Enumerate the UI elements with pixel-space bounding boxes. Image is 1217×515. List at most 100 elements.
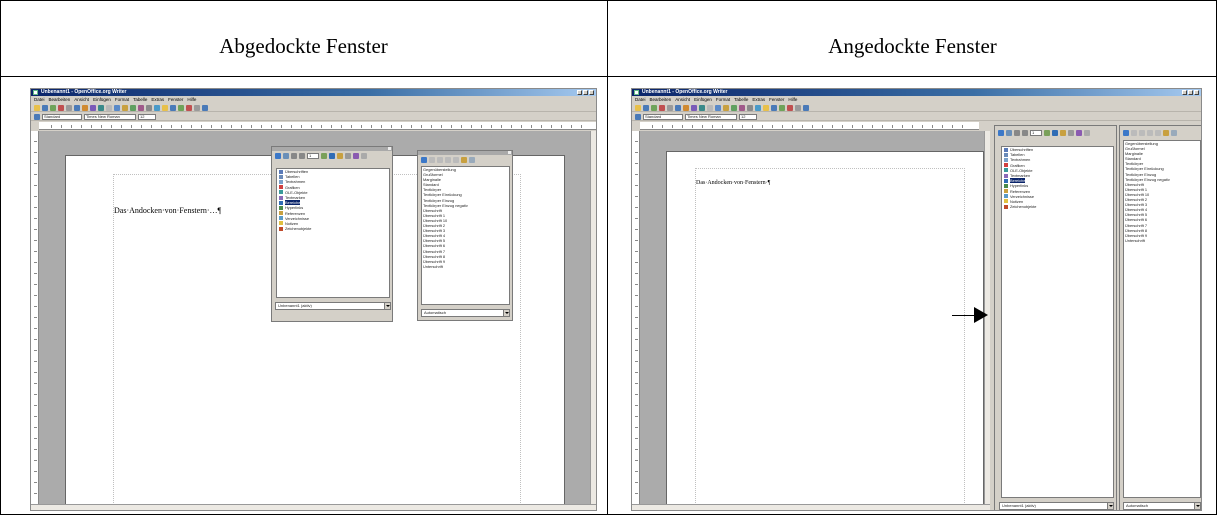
horizontal-scrollbar[interactable]	[632, 504, 990, 510]
headings-icon[interactable]	[1076, 130, 1082, 136]
toolbar-button-icon[interactable]	[795, 105, 801, 111]
toolbar-button-icon[interactable]	[803, 105, 809, 111]
menu-einfuegen[interactable]: Einfügen	[93, 96, 111, 103]
toolbar-button-icon[interactable]	[42, 105, 48, 111]
navigator-item[interactable]: Zeichenobjekte	[1002, 204, 1113, 209]
document-select[interactable]: Unbenannt1 (aktiv)	[999, 502, 1114, 510]
toolbar-button-icon[interactable]	[699, 105, 705, 111]
style-item[interactable]: Unterschrift	[1124, 238, 1200, 243]
menu-hilfe[interactable]: Hilfe	[788, 96, 797, 103]
menu-extras[interactable]: Extras	[752, 96, 765, 103]
toolbar-button-icon[interactable]	[651, 105, 657, 111]
toolbar-button-icon[interactable]	[747, 105, 753, 111]
close-icon[interactable]	[508, 151, 511, 154]
fill-format-icon[interactable]	[461, 157, 467, 163]
toolbar-button-icon[interactable]	[691, 105, 697, 111]
drag-mode-icon[interactable]	[321, 153, 327, 159]
toolbar-button-icon[interactable]	[763, 105, 769, 111]
font-name-select[interactable]: Times New Roman	[84, 114, 136, 120]
promote-icon[interactable]	[361, 153, 367, 159]
stylist-icon[interactable]	[34, 114, 40, 120]
close-icon[interactable]	[388, 147, 391, 150]
menu-format[interactable]: Format	[716, 96, 730, 103]
toolbar-button-icon[interactable]	[66, 105, 72, 111]
page-spin-input[interactable]: 1	[1030, 130, 1042, 136]
headings-icon[interactable]	[353, 153, 359, 159]
menu-datei[interactable]: Datei	[635, 96, 646, 103]
toolbar-button-icon[interactable]	[715, 105, 721, 111]
style-filter-select[interactable]: Automatisch	[421, 309, 510, 317]
next-icon[interactable]	[1022, 130, 1028, 136]
dropdown-arrow-icon[interactable]	[384, 303, 390, 309]
menu-format[interactable]: Format	[115, 96, 129, 103]
toolbar-button-icon[interactable]	[162, 105, 168, 111]
menu-ansicht[interactable]: Ansicht	[675, 96, 690, 103]
toolbar-button-icon[interactable]	[723, 105, 729, 111]
document-text[interactable]: Das·Andocken·von·Fenstern·…¶	[114, 206, 221, 215]
paragraph-styles-icon[interactable]	[421, 157, 427, 163]
toolbar-button-icon[interactable]	[58, 105, 64, 111]
list-box-icon[interactable]	[1052, 130, 1058, 136]
page-styles-icon[interactable]	[1147, 130, 1153, 136]
toolbar-button-icon[interactable]	[154, 105, 160, 111]
frame-styles-icon[interactable]	[437, 157, 443, 163]
previous-icon[interactable]	[291, 153, 297, 159]
toolbar-button-icon[interactable]	[34, 105, 40, 111]
document-text[interactable]: Das·Andocken·von·Fenstern·¶	[696, 180, 770, 186]
horizontal-scrollbar[interactable]	[31, 504, 596, 510]
menu-bearbeiten[interactable]: Bearbeiten	[650, 96, 672, 103]
new-style-icon[interactable]	[1171, 130, 1177, 136]
toolbar-button-icon[interactable]	[675, 105, 681, 111]
content-view-icon[interactable]	[337, 153, 343, 159]
stylist-icon[interactable]	[635, 114, 641, 120]
font-size-select[interactable]: 12	[138, 114, 156, 120]
paragraph-style-select[interactable]: Standard	[42, 114, 82, 120]
maximize-button[interactable]	[1188, 90, 1193, 95]
promote-icon[interactable]	[1084, 130, 1090, 136]
reminder-icon[interactable]	[1068, 130, 1074, 136]
toolbar-button-icon[interactable]	[771, 105, 777, 111]
navigation-toggle-icon[interactable]	[998, 130, 1004, 136]
toolbar-button-icon[interactable]	[178, 105, 184, 111]
navigator-list[interactable]: Überschriften Tabellen Textrahmen Grafiken O…	[1001, 146, 1114, 498]
menu-tabelle[interactable]: Tabelle	[133, 96, 147, 103]
page-spin-input[interactable]: 1	[307, 153, 319, 159]
dropdown-arrow-icon[interactable]	[1107, 503, 1113, 509]
menu-extras[interactable]: Extras	[151, 96, 164, 103]
toolbar-button-icon[interactable]	[122, 105, 128, 111]
new-style-icon[interactable]	[469, 157, 475, 163]
drag-mode-icon[interactable]	[1044, 130, 1050, 136]
paragraph-styles-icon[interactable]	[1123, 130, 1129, 136]
stylist-list[interactable]: Gegenüberstellung Grußformel Marginalie Sta…	[1123, 140, 1201, 498]
menu-fenster[interactable]: Fenster	[769, 96, 784, 103]
maximize-button[interactable]	[583, 90, 588, 95]
dropdown-arrow-icon[interactable]	[1194, 503, 1200, 509]
toolbar-button-icon[interactable]	[50, 105, 56, 111]
menu-tabelle[interactable]: Tabelle	[734, 96, 748, 103]
menu-bearbeiten[interactable]: Bearbeiten	[49, 96, 71, 103]
toolbar-button-icon[interactable]	[98, 105, 104, 111]
toolbar-button-icon[interactable]	[635, 105, 641, 111]
toolbar-button-icon[interactable]	[74, 105, 80, 111]
close-button[interactable]	[589, 90, 594, 95]
minimize-button[interactable]	[1182, 90, 1187, 95]
vertical-scrollbar[interactable]	[590, 131, 596, 504]
character-styles-icon[interactable]	[1131, 130, 1137, 136]
list-styles-icon[interactable]	[1155, 130, 1161, 136]
toolbar-button-icon[interactable]	[82, 105, 88, 111]
navigator-list[interactable]: Überschriften Tabellen Textrahmen Grafiken O…	[276, 168, 390, 298]
menu-datei[interactable]: Datei	[34, 96, 45, 103]
minimize-button[interactable]	[577, 90, 582, 95]
menu-ansicht[interactable]: Ansicht	[74, 96, 89, 103]
previous-icon[interactable]	[1014, 130, 1020, 136]
list-box-icon[interactable]	[329, 153, 335, 159]
toolbar-button-icon[interactable]	[755, 105, 761, 111]
frame-styles-icon[interactable]	[1139, 130, 1145, 136]
toolbar-button-icon[interactable]	[170, 105, 176, 111]
toolbar-button-icon[interactable]	[106, 105, 112, 111]
list-styles-icon[interactable]	[453, 157, 459, 163]
menu-hilfe[interactable]: Hilfe	[187, 96, 196, 103]
toolbar-button-icon[interactable]	[130, 105, 136, 111]
toolbar-button-icon[interactable]	[683, 105, 689, 111]
document-select[interactable]: Unbenannt1 (aktiv)	[275, 302, 391, 310]
